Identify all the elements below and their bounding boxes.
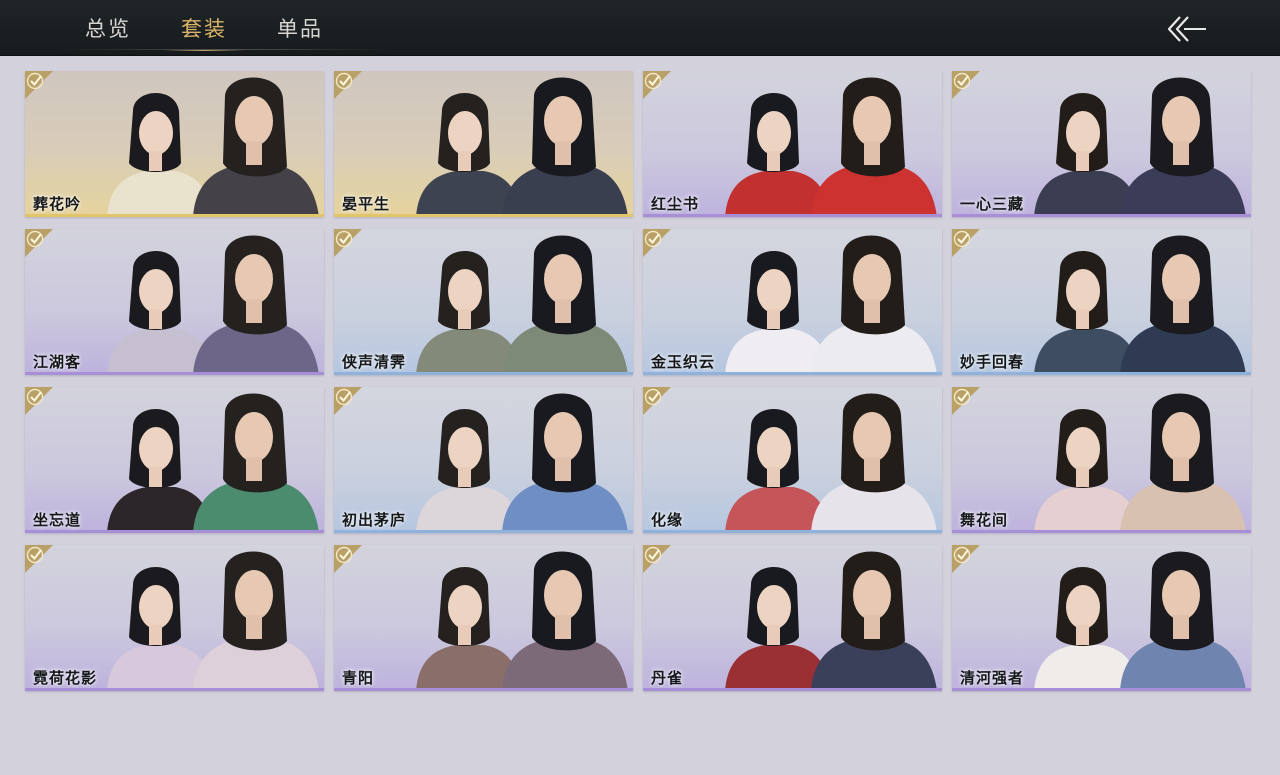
owned-check-icon [25,229,53,257]
outfit-card[interactable]: 初出茅庐 [334,387,633,533]
outfit-name: 舞花间 [960,511,1009,529]
outfit-name: 坐忘道 [33,511,82,529]
outfit-name: 晏平生 [342,195,391,213]
owned-check-icon [25,71,53,99]
outfit-card[interactable]: 霓荷花影 [25,545,324,691]
owned-check-icon [334,71,362,99]
outfit-grid: 葬花吟 晏平生 红尘书 一心三藏江湖客 侠声清霁 金玉织云 妙手回春坐忘道 初出茅庐 化缘 舞花间… [25,71,1251,691]
rarity-strip [334,688,633,691]
outfit-name: 霓荷花影 [33,669,98,687]
outfit-card[interactable]: 葬花吟 [25,71,324,217]
owned-check-icon [643,71,671,99]
owned-check-icon [643,545,671,573]
outfit-name: 清河强者 [960,669,1025,687]
rarity-strip [643,214,942,217]
owned-check-icon [334,545,362,573]
outfit-card[interactable]: 丹雀 [643,545,942,691]
rarity-strip [25,214,324,217]
tab-items[interactable]: 单品 [252,0,348,55]
owned-check-icon [334,229,362,257]
character-portrait [725,393,937,533]
character-portrait [725,551,937,691]
character-portrait [416,551,628,691]
double-chevron-left-icon [1167,16,1206,42]
outfit-name: 丹雀 [651,669,684,687]
rarity-strip [643,530,942,533]
owned-check-icon [952,229,980,257]
outfit-name: 红尘书 [651,195,700,213]
rarity-strip [952,372,1251,375]
outfit-card[interactable]: 红尘书 [643,71,942,217]
outfit-name: 一心三藏 [960,195,1025,213]
owned-check-icon [334,387,362,415]
owned-check-icon [643,229,671,257]
rarity-strip [643,688,942,691]
rarity-strip [334,214,633,217]
rarity-strip [334,372,633,375]
outfit-card[interactable]: 化缘 [643,387,942,533]
tab-overview[interactable]: 总览 [60,0,156,55]
outfit-card[interactable]: 清河强者 [952,545,1251,691]
owned-check-icon [952,387,980,415]
rarity-strip [952,530,1251,533]
owned-check-icon [643,387,671,415]
rarity-strip [952,214,1251,217]
outfit-name: 化缘 [651,511,684,529]
rarity-strip [334,530,633,533]
rarity-strip [952,688,1251,691]
rarity-strip [25,530,324,533]
outfit-name: 葬花吟 [33,195,82,213]
outfit-card[interactable]: 舞花间 [952,387,1251,533]
outfit-card[interactable]: 一心三藏 [952,71,1251,217]
outfit-name: 妙手回春 [960,353,1025,371]
outfit-card[interactable]: 青阳 [334,545,633,691]
category-tabs: 总览 套装 单品 [60,0,348,55]
outfit-name: 初出茅庐 [342,511,407,529]
rarity-strip [25,372,324,375]
owned-check-icon [25,387,53,415]
owned-check-icon [952,71,980,99]
tab-divider [60,49,390,50]
outfit-card[interactable]: 金玉织云 [643,229,942,375]
back-button[interactable] [1160,12,1212,46]
rarity-strip [25,688,324,691]
tab-outfits[interactable]: 套装 [156,0,252,55]
outfit-name: 青阳 [342,669,375,687]
outfit-name: 侠声清霁 [342,353,407,371]
outfit-card[interactable]: 侠声清霁 [334,229,633,375]
outfit-card[interactable]: 晏平生 [334,71,633,217]
owned-check-icon [952,545,980,573]
outfit-name: 江湖客 [33,353,82,371]
outfit-card[interactable]: 坐忘道 [25,387,324,533]
top-bar: 总览 套装 单品 [0,0,1280,56]
outfit-name: 金玉织云 [651,353,716,371]
rarity-strip [643,372,942,375]
outfit-card[interactable]: 江湖客 [25,229,324,375]
owned-check-icon [25,545,53,573]
outfit-card[interactable]: 妙手回春 [952,229,1251,375]
